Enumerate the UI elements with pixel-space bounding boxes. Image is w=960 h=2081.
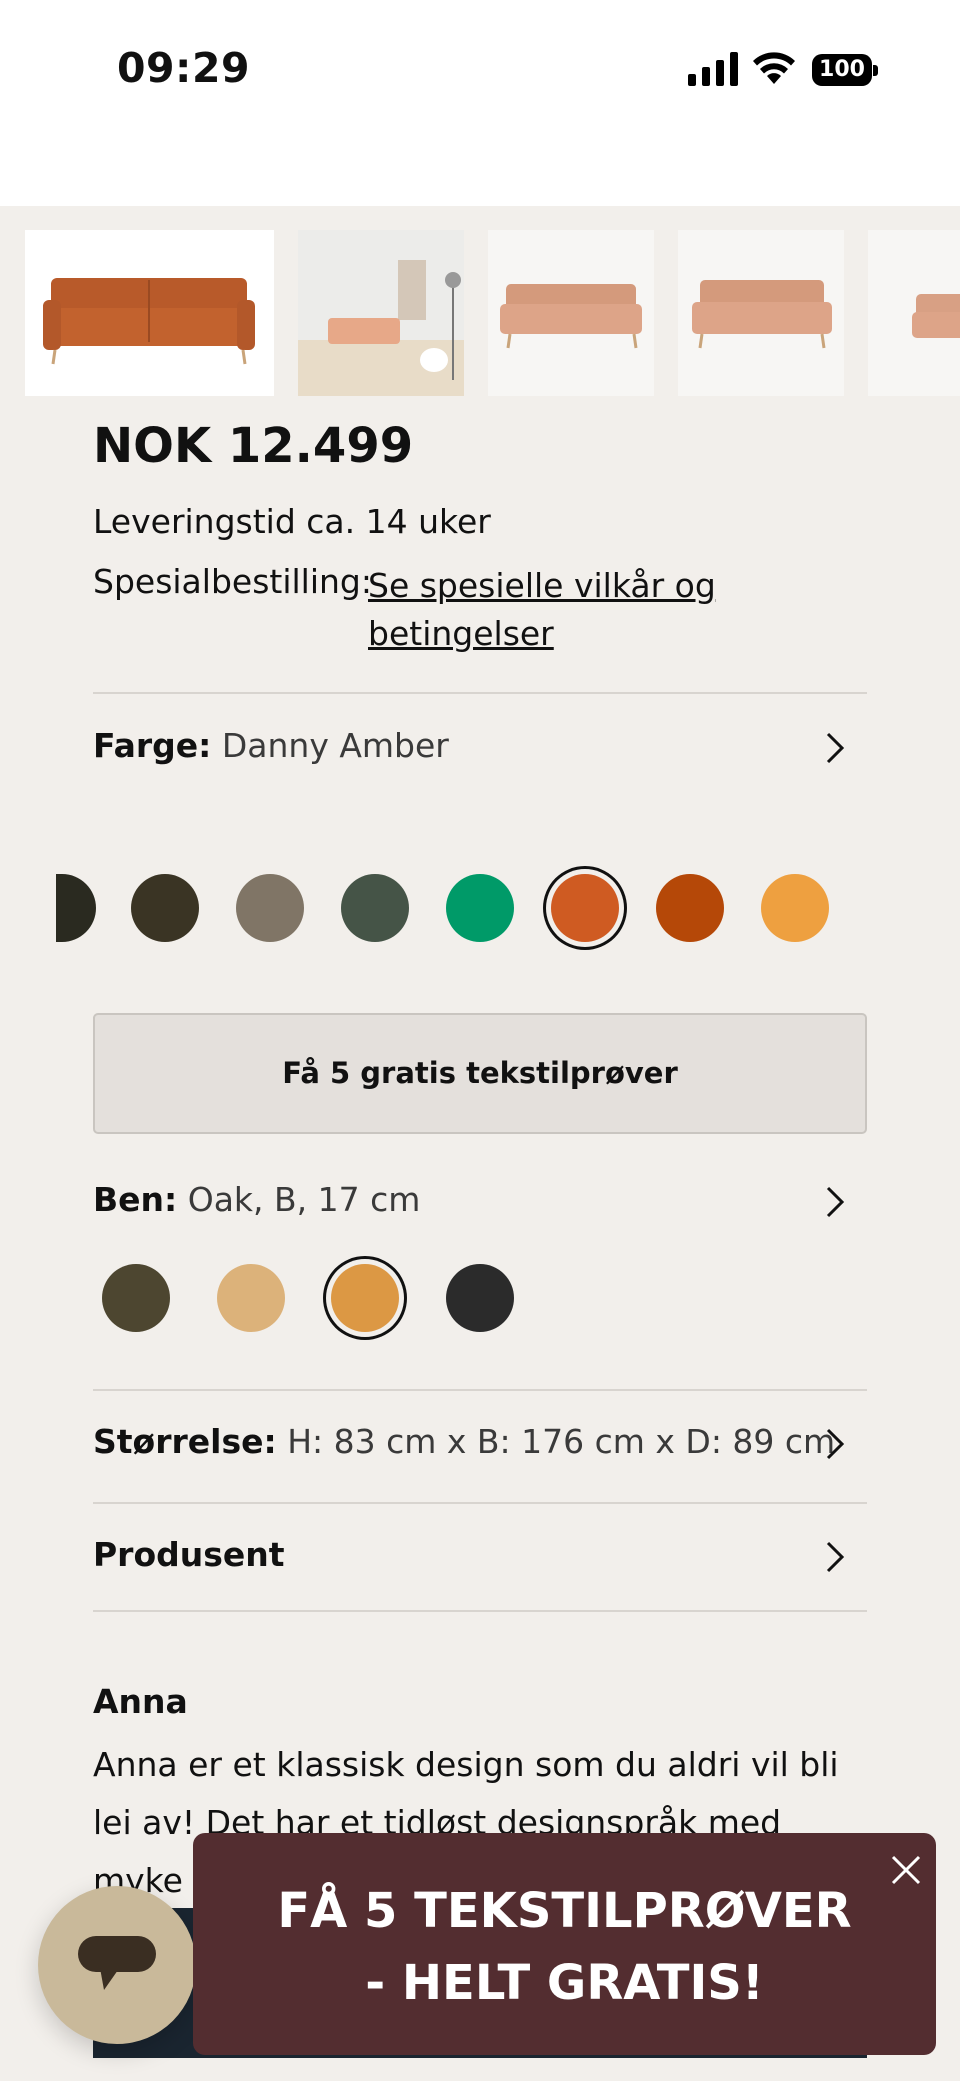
legs-value: Oak, B, 17 cm [187, 1180, 421, 1219]
color-swatch[interactable] [131, 874, 199, 942]
color-swatch[interactable] [56, 874, 96, 942]
size-label: Størrelse: [93, 1422, 277, 1461]
special-terms-link[interactable]: Se spesielle vilkår og betingelser [368, 562, 768, 658]
legs-row[interactable]: Ben: Oak, B, 17 cm [93, 1180, 420, 1219]
color-swatch[interactable] [761, 874, 829, 942]
divider [93, 1389, 867, 1391]
promo-banner[interactable]: FÅ 5 TEKSTILPRØVER - HELT GRATIS! [193, 1833, 936, 2055]
status-time: 09:29 [117, 44, 251, 92]
color-swatch[interactable] [341, 874, 409, 942]
room-image [298, 230, 464, 396]
gallery-thumb-2[interactable] [298, 230, 464, 396]
color-label: Farge: [93, 726, 212, 765]
divider [93, 1610, 867, 1612]
special-order-label: Spesialbestilling: [93, 562, 372, 601]
chat-button[interactable] [38, 1886, 196, 2044]
manufacturer-label: Produsent [93, 1535, 285, 1574]
promo-line-2: - HELT GRATIS! [365, 1955, 764, 2011]
sofa-image [43, 278, 255, 365]
legs-swatch[interactable] [102, 1264, 170, 1332]
color-row[interactable]: Farge: Danny Amber [93, 726, 449, 765]
sofa-image [500, 284, 642, 349]
sofa-image [692, 280, 832, 349]
color-swatch[interactable] [656, 874, 724, 942]
sofa-image [912, 294, 960, 338]
product-price: NOK 12.499 [93, 418, 414, 474]
battery-icon: 100 [812, 54, 878, 86]
size-value: H: 83 cm x B: 176 cm x D: 89 cm [287, 1422, 836, 1461]
chat-icon [78, 1936, 156, 1990]
divider [93, 1502, 867, 1504]
gallery-thumb-1[interactable] [25, 230, 274, 396]
legs-label: Ben: [93, 1180, 178, 1219]
legs-swatch-selected[interactable] [331, 1264, 399, 1332]
size-row[interactable]: Størrelse: H: 83 cm x B: 176 cm x D: 89 … [93, 1422, 835, 1461]
chevron-right-icon[interactable] [822, 1539, 848, 1575]
manufacturer-row[interactable]: Produsent [93, 1535, 285, 1574]
gallery-thumb-5[interactable] [868, 230, 960, 396]
free-samples-button[interactable]: Få 5 gratis tekstilprøver [93, 1013, 867, 1134]
delivery-time: Leveringstid ca. 14 uker [93, 502, 491, 541]
signal-icon [688, 52, 738, 86]
gallery-thumb-3[interactable] [488, 230, 654, 396]
color-swatch-selected[interactable] [551, 874, 619, 942]
legs-swatch[interactable] [217, 1264, 285, 1332]
promo-line-1: FÅ 5 TEKSTILPRØVER [277, 1883, 852, 1939]
close-icon[interactable] [889, 1853, 923, 1887]
description-title: Anna [93, 1682, 188, 1721]
color-value: Danny Amber [221, 726, 449, 765]
color-swatch[interactable] [446, 874, 514, 942]
color-swatch[interactable] [236, 874, 304, 942]
legs-swatch[interactable] [446, 1264, 514, 1332]
chevron-right-icon[interactable] [822, 1426, 848, 1462]
battery-level: 100 [819, 57, 865, 82]
wifi-icon [753, 52, 795, 84]
gallery-thumb-4[interactable] [678, 230, 844, 396]
chevron-right-icon[interactable] [822, 1184, 848, 1220]
divider [93, 692, 867, 694]
image-gallery[interactable] [0, 230, 960, 396]
chevron-right-icon[interactable] [822, 730, 848, 766]
status-bar: 09:29 100 [0, 0, 960, 206]
